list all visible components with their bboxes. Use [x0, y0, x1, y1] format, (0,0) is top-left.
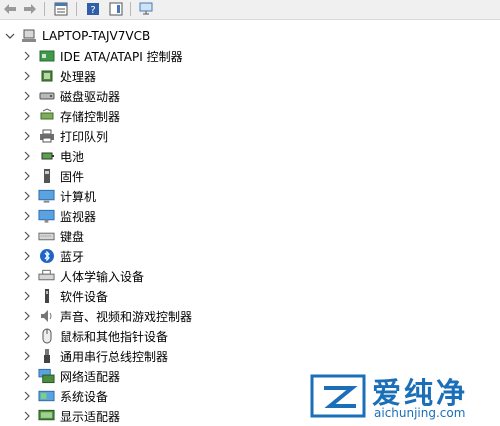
mouse-icon	[38, 328, 55, 345]
tree-item[interactable]: 软件设备	[0, 286, 500, 306]
ide-controller-icon	[38, 48, 55, 65]
tree-item-label: 键盘	[60, 229, 85, 244]
tree-item-label: 显示适配器	[60, 409, 121, 424]
firmware-icon	[38, 168, 55, 185]
tree-item-label: 计算机	[60, 189, 97, 204]
chevron-right-icon[interactable]	[22, 126, 32, 146]
chevron-right-icon[interactable]	[22, 146, 32, 166]
sound-icon	[38, 308, 55, 325]
tree-item[interactable]: 声音、视频和游戏控制器	[0, 306, 500, 326]
svg-text:?: ?	[90, 5, 95, 16]
keyboard-icon	[38, 228, 55, 245]
tree-item-label: 磁盘驱动器	[60, 89, 121, 104]
computer-icon	[38, 188, 55, 205]
chevron-right-icon[interactable]	[22, 406, 32, 426]
usb-icon	[38, 348, 55, 365]
chevron-right-icon[interactable]	[22, 66, 32, 86]
chevron-right-icon[interactable]	[22, 166, 32, 186]
tree-item-label: 系统设备	[60, 389, 109, 404]
chevron-right-icon[interactable]	[22, 246, 32, 266]
chevron-right-icon[interactable]	[22, 386, 32, 406]
system-device-icon	[38, 388, 55, 405]
processor-icon	[38, 68, 55, 85]
computer-root-icon	[20, 28, 37, 45]
battery-icon	[38, 148, 55, 165]
forward-icon[interactable]	[22, 1, 38, 17]
tree-item-label: IDE ATA/ATAPI 控制器	[60, 49, 183, 64]
properties-icon[interactable]	[53, 1, 69, 17]
back-icon[interactable]	[2, 1, 18, 17]
device-tree: LAPTOP-TAJV7VCB IDE ATA/ATAPI 控制器 处理器磁盘驱动…	[0, 26, 500, 426]
monitor-icon	[38, 208, 55, 225]
chevron-right-icon[interactable]	[22, 366, 32, 386]
chevron-right-icon[interactable]	[22, 266, 32, 286]
tree-item[interactable]: 磁盘驱动器	[0, 86, 500, 106]
root-label: LAPTOP-TAJV7VCB	[42, 29, 151, 43]
tree-item[interactable]: 监视器	[0, 206, 500, 226]
chevron-right-icon[interactable]	[22, 86, 32, 106]
network-adapter-icon	[38, 368, 55, 385]
chevron-right-icon[interactable]	[22, 326, 32, 346]
tree-item-label: 打印队列	[60, 129, 109, 144]
storage-controller-icon	[38, 108, 55, 125]
chevron-right-icon[interactable]	[22, 226, 32, 246]
tree-item-label: 网络适配器	[60, 369, 121, 384]
action-pane-icon[interactable]	[108, 1, 124, 17]
chevron-right-icon[interactable]	[22, 346, 32, 366]
tree-item[interactable]: IDE ATA/ATAPI 控制器	[0, 46, 500, 66]
watermark-url: aichunjing.com	[374, 406, 466, 420]
tree-item-label: 处理器	[60, 69, 97, 84]
tree-root[interactable]: LAPTOP-TAJV7VCB	[0, 26, 500, 46]
printer-icon	[38, 128, 55, 145]
tree-item[interactable]: 鼠标和其他指针设备	[0, 326, 500, 346]
tree-item-label: 存储控制器	[60, 109, 121, 124]
chevron-right-icon[interactable]	[22, 286, 32, 306]
tree-item[interactable]: 计算机	[0, 186, 500, 206]
tree-item-label: 电池	[60, 149, 85, 164]
tree-item[interactable]: 存储控制器	[0, 106, 500, 126]
tree-item[interactable]: 人体学输入设备	[0, 266, 500, 286]
tree-item-label: 蓝牙	[60, 249, 85, 264]
tree-item-label: 软件设备	[60, 289, 109, 304]
chevron-down-icon[interactable]	[4, 26, 16, 46]
tree-item[interactable]: 电池	[0, 146, 500, 166]
tree-item[interactable]: 蓝牙	[0, 246, 500, 266]
tree-item-label: 固件	[60, 169, 85, 184]
toolbar: ?	[0, 0, 500, 20]
hid-icon	[38, 268, 55, 285]
tree-item-label: 通用串行总线控制器	[60, 349, 169, 364]
tree-item[interactable]: 打印队列	[0, 126, 500, 146]
tree-item[interactable]: 处理器	[0, 66, 500, 86]
chevron-right-icon[interactable]	[22, 306, 32, 326]
tree-item[interactable]: 键盘	[0, 226, 500, 246]
tree-item-label: 声音、视频和游戏控制器	[60, 309, 193, 324]
monitor-icon[interactable]	[139, 1, 155, 17]
chevron-right-icon[interactable]	[22, 186, 32, 206]
help-icon[interactable]: ?	[85, 1, 101, 17]
watermark-logo: 爱纯净 aichunjing.com	[300, 368, 500, 426]
chevron-right-icon[interactable]	[22, 46, 32, 66]
display-adapter-icon	[38, 408, 55, 425]
tree-item[interactable]: 通用串行总线控制器	[0, 346, 500, 366]
bluetooth-icon	[38, 248, 55, 265]
chevron-right-icon[interactable]	[22, 206, 32, 226]
tree-item-label: 鼠标和其他指针设备	[60, 329, 169, 344]
tree-item[interactable]: 固件	[0, 166, 500, 186]
disk-drive-icon	[38, 88, 55, 105]
tree-item-label: 监视器	[60, 209, 97, 224]
chevron-right-icon[interactable]	[22, 106, 32, 126]
software-device-icon	[38, 288, 55, 305]
tree-item-label: 人体学输入设备	[60, 269, 145, 284]
